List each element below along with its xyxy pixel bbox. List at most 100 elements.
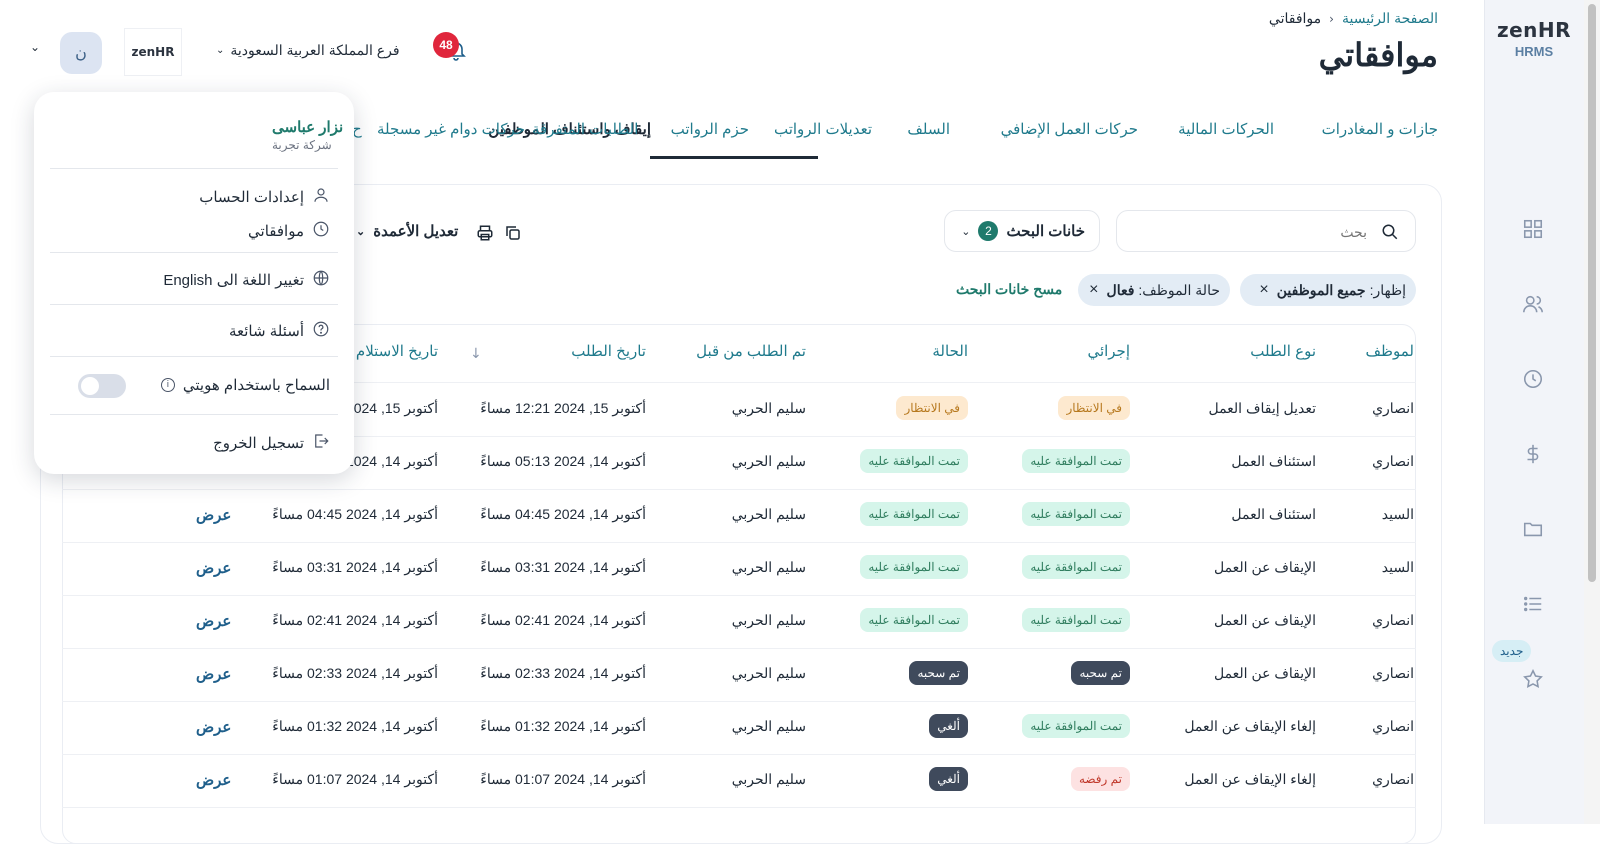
- action-badge: تم رفضه: [1070, 767, 1130, 791]
- close-icon[interactable]: ×: [1259, 281, 1268, 299]
- cell-request-type: إلغاء الإيقاف عن العمل: [1184, 771, 1316, 787]
- breadcrumb: الصفحة الرئيسية ‹ موافقاتي: [1269, 10, 1438, 27]
- tab-financial[interactable]: الحركات المالية: [1178, 120, 1274, 138]
- cell-employee: انصاري: [1372, 718, 1414, 734]
- sort-arrow-icon[interactable]: ↓: [470, 346, 482, 362]
- cell-requested-by: سليم الحربي: [731, 665, 806, 681]
- row-divider: [62, 648, 1416, 649]
- row-divider: [62, 701, 1416, 702]
- view-link[interactable]: عرض: [196, 506, 231, 524]
- change-language-label: تغيير اللغة الى English: [163, 272, 304, 289]
- close-icon[interactable]: ×: [1089, 281, 1098, 299]
- tab-leaves[interactable]: جازات و المغادرات: [1322, 120, 1438, 138]
- branch-selector[interactable]: فرع المملكة العربية السعودية ⌄: [216, 42, 400, 59]
- dollar-icon[interactable]: [1520, 441, 1546, 467]
- cell-requested-by: سليم الحربي: [731, 559, 806, 575]
- action-badge: تمت الموافقة عليه: [1022, 608, 1130, 632]
- cell-requested-by: سليم الحربي: [731, 771, 806, 787]
- filter-button[interactable]: خانات البحث 2 ⌄: [944, 210, 1100, 252]
- status-badge: تمت الموافقة عليه: [860, 608, 968, 632]
- avatar[interactable]: ن: [60, 32, 102, 74]
- breadcrumb-home[interactable]: الصفحة الرئيسية: [1342, 10, 1438, 27]
- allow-identity-toggle[interactable]: [78, 374, 126, 398]
- column-header-status[interactable]: الحالة: [932, 342, 968, 360]
- logout-item[interactable]: تسجيل الخروج: [180, 430, 330, 456]
- tab-salary-adjustments[interactable]: تعديلات الرواتب: [774, 120, 872, 138]
- list-icon[interactable]: [1520, 591, 1546, 617]
- copy-icon[interactable]: [504, 224, 522, 246]
- status-badge: تمت الموافقة عليه: [860, 449, 968, 473]
- cell-employee: انصاري: [1372, 453, 1414, 469]
- tab-advances[interactable]: السلف: [907, 120, 950, 138]
- cell-employee: السيد: [1381, 506, 1414, 522]
- tab-misc[interactable]: الطلبات المتفرقة: [532, 120, 638, 138]
- cell-employee: انصاري: [1372, 400, 1414, 416]
- action-badge: تمت الموافقة عليه: [1022, 502, 1130, 526]
- view-link[interactable]: عرض: [196, 559, 231, 577]
- cell-employee: انصاري: [1372, 771, 1414, 787]
- divider: [50, 168, 338, 169]
- clock-icon: [312, 220, 330, 242]
- chevron-down-icon: ⌄: [356, 225, 366, 238]
- dashboard-icon[interactable]: [1520, 216, 1546, 242]
- filter-button-label: خانات البحث: [1006, 223, 1085, 240]
- faq-item[interactable]: أسئلة شائعة: [180, 318, 330, 344]
- clear-filters-link[interactable]: مسح خانات البحث: [956, 281, 1062, 298]
- chip-label: حالة الموظف:: [1138, 281, 1220, 298]
- search-input[interactable]: [1127, 219, 1367, 245]
- cell-received-date: أكتوبر 14, 2024 03:31 مساءً: [272, 559, 438, 575]
- my-approvals-item[interactable]: موافقاتي: [180, 218, 330, 244]
- status-badge: تمت الموافقة عليه: [860, 502, 968, 526]
- breadcrumb-current: موافقاتي: [1268, 10, 1322, 26]
- cell-request-type: استئناف العمل: [1231, 453, 1316, 469]
- page-title: موافقاتي: [1318, 37, 1438, 73]
- column-header-requested-by[interactable]: تم الطلب من قبل: [696, 342, 806, 360]
- breadcrumb-chevron-icon: ‹: [1329, 11, 1334, 26]
- scrollbar-thumb[interactable]: [1588, 4, 1596, 582]
- row-divider: [62, 489, 1416, 490]
- cell-received-date: أكتوبر 14, 2024 01:32 مساءً: [272, 718, 438, 734]
- user-menu-chevron-icon[interactable]: ⌄: [30, 40, 40, 54]
- search-box[interactable]: [1116, 210, 1416, 252]
- user-icon: [312, 186, 330, 208]
- column-header-received-date[interactable]: تاريخ الاستلام: [356, 342, 438, 360]
- edit-columns-button[interactable]: تعديل الأعمدة ⌄: [356, 222, 458, 240]
- cell-request-date: أكتوبر 14, 2024 02:33 مساءً: [480, 665, 646, 681]
- edit-columns-label: تعديل الأعمدة: [373, 223, 459, 240]
- star-icon[interactable]: [1520, 666, 1546, 692]
- column-header-employee[interactable]: لموظف: [1366, 342, 1414, 360]
- print-icon[interactable]: [476, 224, 494, 246]
- status-badge: ألغي: [929, 714, 968, 738]
- view-link[interactable]: عرض: [196, 665, 231, 683]
- column-header-request-type[interactable]: نوع الطلب: [1250, 342, 1316, 360]
- chip-label: إظهار:: [1369, 281, 1406, 298]
- new-badge: جديد: [1492, 640, 1532, 662]
- folder-icon[interactable]: [1520, 516, 1546, 542]
- divider: [50, 252, 338, 253]
- row-divider: [62, 807, 1416, 808]
- action-badge: تمت الموافقة عليه: [1022, 714, 1130, 738]
- account-settings-item[interactable]: إعدادات الحساب: [180, 184, 330, 210]
- change-language-item[interactable]: تغيير اللغة الى English: [150, 267, 330, 293]
- tab-unrecorded[interactable]: حركات دوام غير مسجلة: [377, 120, 525, 138]
- notification-badge: 48: [433, 32, 459, 58]
- users-icon[interactable]: [1520, 291, 1546, 317]
- brand-logo[interactable]: zenHR HRMS: [1496, 18, 1572, 59]
- clock-icon[interactable]: [1520, 366, 1546, 392]
- logout-label: تسجيل الخروج: [213, 435, 304, 452]
- column-header-action[interactable]: إجرائي: [1087, 342, 1130, 360]
- column-header-request-date[interactable]: تاريخ الطلب: [571, 342, 646, 360]
- branch-selector-label: فرع المملكة العربية السعودية: [230, 42, 400, 58]
- status-badge: تم سحبه: [909, 661, 968, 685]
- tab-overtime[interactable]: حركات العمل الإضافي: [1001, 120, 1138, 138]
- cell-employee: السيد: [1381, 559, 1414, 575]
- chevron-down-icon: ⌄: [216, 45, 225, 56]
- cell-request-type: الإيقاف عن العمل: [1213, 559, 1316, 575]
- tab-salary-packages[interactable]: حزم الرواتب: [671, 120, 749, 138]
- active-tab-indicator: [650, 156, 818, 159]
- cell-received-date: أكتوبر 14, 2024 01:07 مساءً: [272, 771, 438, 787]
- view-link[interactable]: عرض: [196, 612, 231, 630]
- view-link[interactable]: عرض: [196, 771, 231, 789]
- view-link[interactable]: عرض: [196, 718, 231, 736]
- cell-request-date: أكتوبر 14, 2024 01:07 مساءً: [480, 771, 646, 787]
